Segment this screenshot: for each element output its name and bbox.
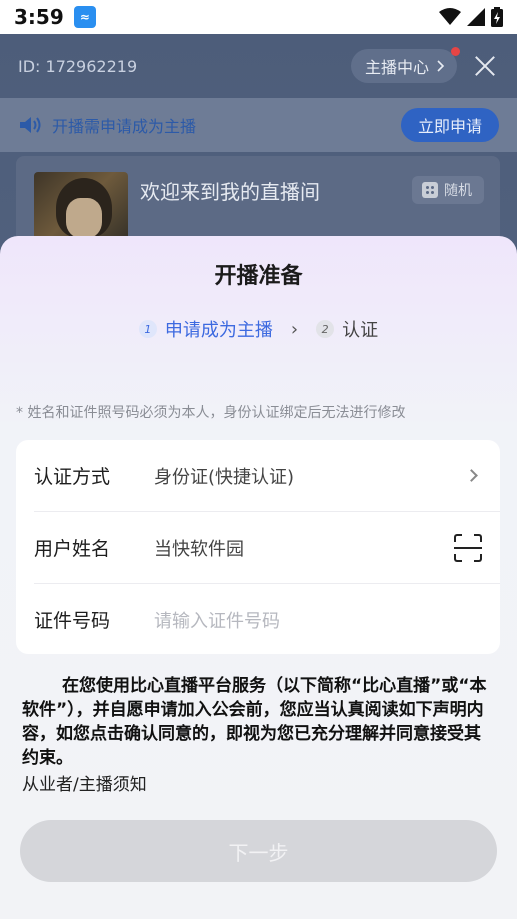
user-id: ID: 172962219 <box>18 56 138 76</box>
anchor-center-button[interactable]: 主播中心 <box>350 47 460 83</box>
id-number-input[interactable]: 请输入证件号码 <box>154 607 280 633</box>
apply-now-button[interactable]: 立即申请 <box>400 108 499 142</box>
status-icons <box>439 7 503 27</box>
status-bar: 3:59 ≈ <box>0 0 517 34</box>
auth-method-value: 身份证(快捷认证) <box>154 466 295 488</box>
scan-icon[interactable] <box>454 533 482 562</box>
id-number-row: 证件号码 请输入证件号码 <box>16 584 500 655</box>
user-name-input[interactable]: 当快软件园 <box>154 535 244 561</box>
wifi-icon <box>439 8 461 25</box>
dice-icon <box>422 182 438 198</box>
anchor-center-label: 主播中心 <box>364 58 429 77</box>
agreement-text: 在您使用比心直播平台服务（以下简称“比心直播”或“本软件”），并自愿申请加入公会… <box>22 676 487 768</box>
id-number-label: 证件号码 <box>34 610 111 632</box>
status-time: 3:59 <box>14 5 64 29</box>
signal-icon <box>467 8 485 26</box>
notification-dot <box>451 47 460 56</box>
step-1-number: 1 <box>138 320 157 338</box>
notice-text: 开播需申请成为主播 <box>52 117 197 136</box>
user-name-label: 用户姓名 <box>34 538 111 560</box>
room-top-bar: ID: 172962219 主播中心 <box>0 34 517 98</box>
identity-form: 认证方式 身份证(快捷认证) 用户姓名 当快软件园 证件号码 请输入证件号码 <box>16 440 500 654</box>
auth-method-label: 认证方式 <box>34 466 111 488</box>
step-2-label: 认证 <box>342 320 379 341</box>
step-chevron-icon: › <box>290 318 299 340</box>
step-1-label: 申请成为主播 <box>164 320 273 341</box>
anchor-notice-bar: 开播需申请成为主播 立即申请 <box>0 98 517 152</box>
sheet-title: 开播准备 <box>214 264 303 289</box>
step-indicator: 1 申请成为主播 › 2 认证 <box>0 316 517 342</box>
battery-icon <box>491 7 503 27</box>
anchor-notice-link[interactable]: 从业者/主播须知 <box>22 770 147 795</box>
room-title[interactable]: 欢迎来到我的直播间 <box>140 176 320 205</box>
random-label: 随机 <box>444 183 472 199</box>
app-notification-icon: ≈ <box>73 6 96 28</box>
next-step-button[interactable]: 下一步 <box>20 820 497 882</box>
broadcast-prep-sheet: 开播准备 1 申请成为主播 › 2 认证 * 姓名和证件照号码必须为本人，身份认… <box>0 236 517 919</box>
step-2-number: 2 <box>316 320 335 338</box>
random-title-button[interactable]: 随机 <box>412 176 484 204</box>
user-name-row: 用户姓名 当快软件园 <box>16 512 500 583</box>
speaker-icon <box>20 117 41 133</box>
chevron-right-icon <box>465 469 478 482</box>
identity-hint: * 姓名和证件照号码必须为本人，身份认证绑定后无法进行修改 <box>16 405 406 421</box>
chevron-right-icon <box>437 60 445 72</box>
close-icon[interactable] <box>471 52 499 80</box>
auth-method-row[interactable]: 认证方式 身份证(快捷认证) <box>16 440 500 511</box>
